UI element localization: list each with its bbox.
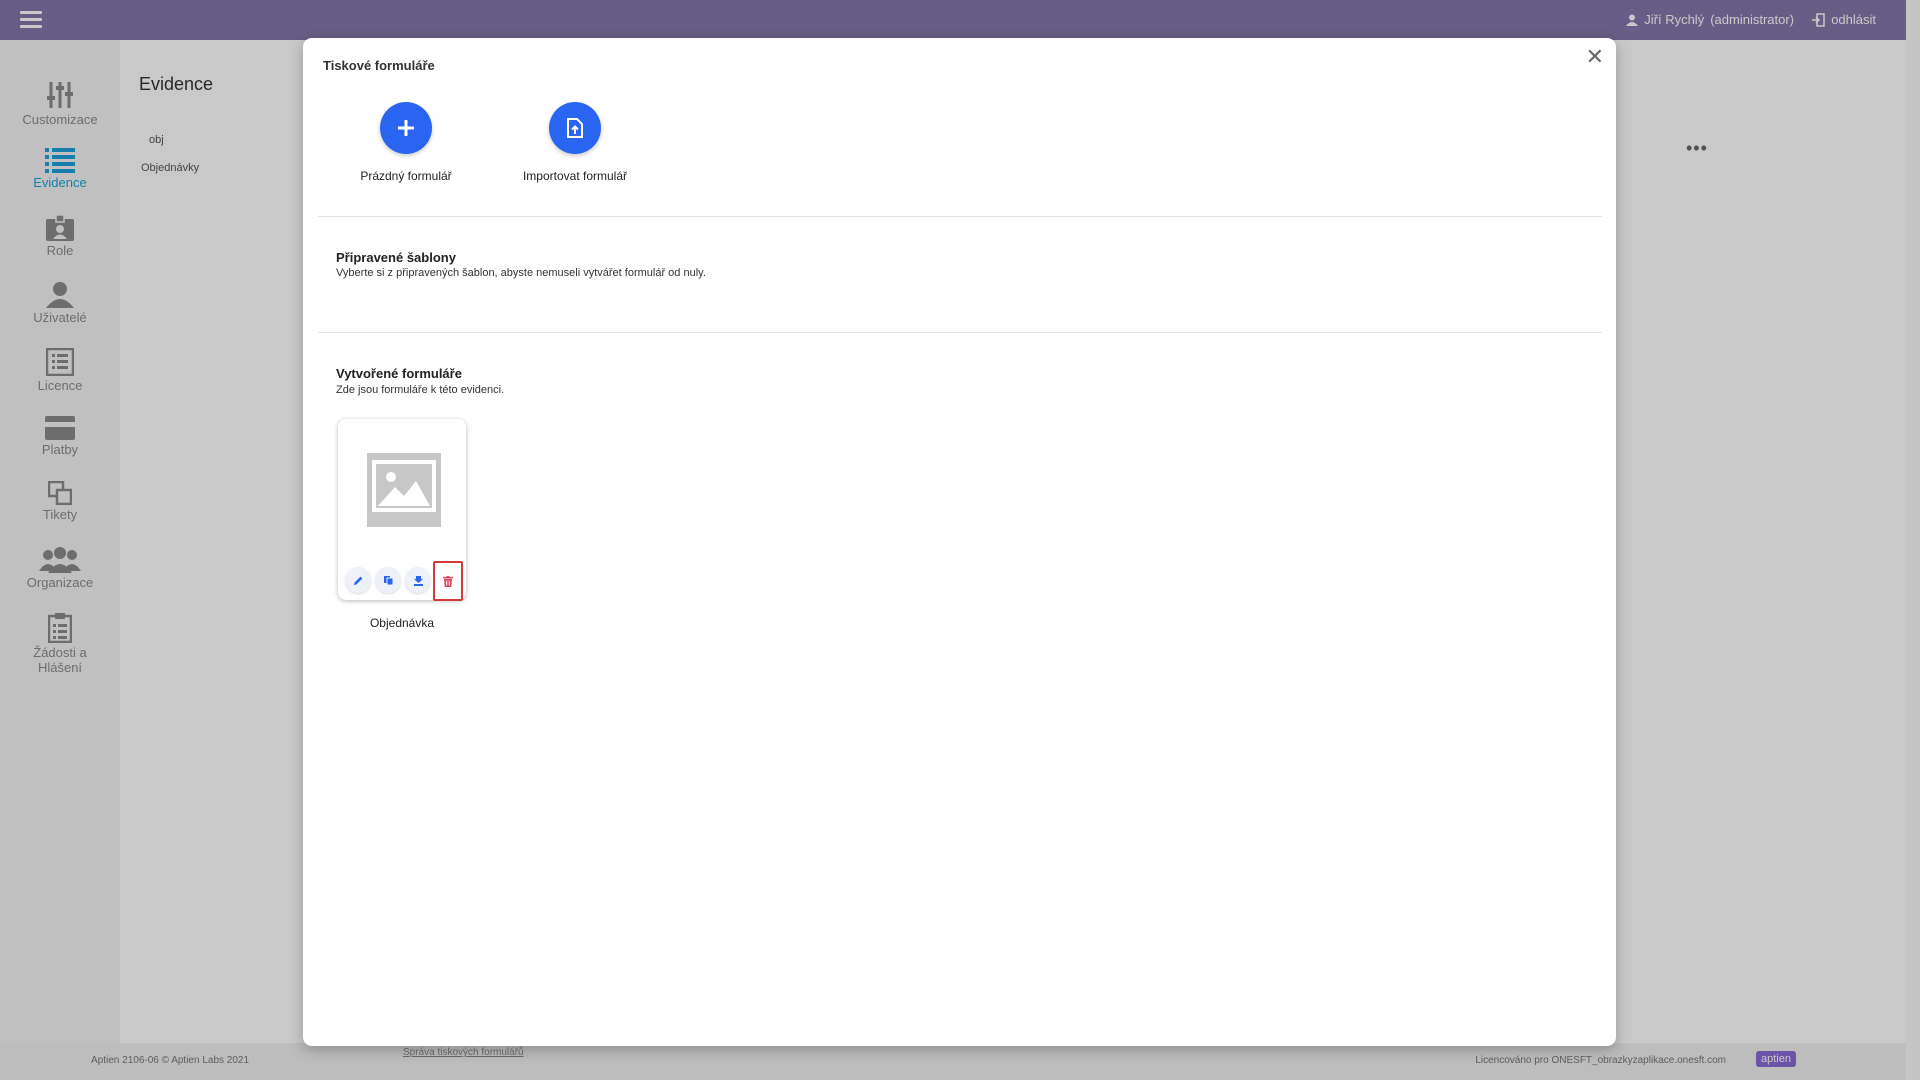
divider <box>318 332 1602 333</box>
modal-title: Tiskové formuláře <box>323 58 435 73</box>
created-forms-subtitle: Zde jsou formuláře k této evidenci. <box>336 384 505 396</box>
add-empty-form-button[interactable] <box>380 102 432 154</box>
edit-icon <box>353 576 362 585</box>
delete-form-button[interactable] <box>433 561 463 601</box>
import-form-label[interactable]: Importovat formulář <box>495 169 655 183</box>
delete-icon <box>443 575 453 587</box>
edit-form-button[interactable] <box>345 567 371 593</box>
import-form-button[interactable] <box>549 102 601 154</box>
close-icon[interactable]: ✕ <box>1586 46 1604 68</box>
download-icon <box>413 575 423 586</box>
import-form-action: Importovat formulář <box>495 102 655 183</box>
copy-icon <box>383 575 393 585</box>
plus-icon <box>398 120 414 136</box>
form-card-label: Objednávka <box>369 616 435 630</box>
divider <box>318 216 1602 217</box>
copy-form-button[interactable] <box>375 567 401 593</box>
image-placeholder-icon <box>367 453 441 527</box>
download-form-button[interactable] <box>405 567 431 593</box>
file-upload-icon <box>567 118 583 138</box>
print-forms-modal: Tiskové formuláře ✕ Prázdný formulář Imp… <box>303 38 1616 1046</box>
templates-subtitle: Vyberte si z připravených šablon, abyste… <box>336 267 706 279</box>
templates-title: Připravené šablony <box>336 250 456 265</box>
created-forms-title: Vytvořené formuláře <box>336 366 462 381</box>
empty-form-action: Prázdný formulář <box>326 102 486 183</box>
empty-form-label[interactable]: Prázdný formulář <box>326 169 486 183</box>
form-card[interactable] <box>338 419 466 601</box>
